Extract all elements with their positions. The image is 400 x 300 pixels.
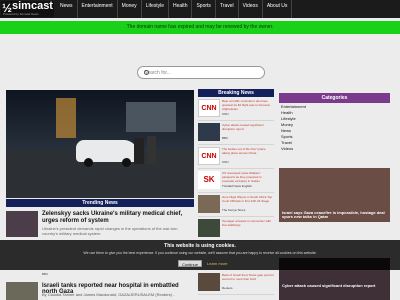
breaking-headline[interactable]: The bodies out of life Don't place takin… [222,147,274,155]
hero-wheel [122,158,131,167]
logo-tagline: Powered by Simcast News [3,12,39,16]
main-nav: News Entertainment Money Lifestyle Healt… [56,0,293,18]
nav-item-news[interactable]: News [56,0,78,18]
site-logo[interactable]: ½ simcast Powered by Simcast News [1,0,54,17]
nav-item-about[interactable]: About Us [263,0,293,18]
breaking-item[interactable]: CNN The bodies out of life Don't place t… [198,146,274,169]
breaking-headline[interactable]: Teenager arrested in connection with bus… [222,219,274,227]
breaking-heading: Breaking News [198,89,274,97]
breaking-thumbnail[interactable] [198,123,220,141]
breaking-item[interactable]: Back of Israeli fired 'News gate post fo… [198,272,274,295]
top-bar: ½ simcast Powered by Simcast News News E… [0,0,400,18]
nav-item-travel[interactable]: Travel [216,0,239,18]
breaking-source: CNN [222,160,229,164]
trending-byline: By Claudia Tanner and James Macdonald, G… [42,292,175,297]
breaking-thumbnail[interactable] [198,219,220,237]
breaking-headline[interactable]: Bear at traffic controller's doorman spa… [222,99,274,111]
source-label: BBC [42,272,49,276]
search-input[interactable]: Search for... [137,66,265,79]
side-story-caption[interactable]: Cyber attack caused significant disrupti… [282,284,387,288]
breaking-headline[interactable]: US revamped news-Walkers' passports as t… [222,171,274,183]
categories-list: Entertainment Health Lifestyle Money New… [279,104,390,152]
cnn-logo-thumbnail[interactable]: CNN [198,99,220,117]
breaking-source: Reuters [222,286,233,290]
breaking-source: CNN [222,112,229,116]
breaking-item[interactable]: Teenager arrested in connection with bus… [198,218,274,241]
categories-heading: Categories [279,93,390,103]
hero-building [56,98,76,138]
breaking-item[interactable]: CNN Bear at traffic controller's doorman… [198,98,274,121]
breaking-source: BBC [222,136,229,140]
continue-button[interactable]: Continue [178,260,202,267]
search-icon[interactable] [144,70,149,75]
nav-item-money[interactable]: Money [118,0,142,18]
nav-item-videos[interactable]: Videos [239,0,263,18]
hero-wheel [84,158,93,167]
breaking-item[interactable]: Cyber attack caused significant disrupti… [198,122,274,145]
hero-building [126,102,176,132]
cnn-logo-thumbnail[interactable]: CNN [198,147,220,165]
sky-news-logo-thumbnail[interactable]: SK [198,171,220,189]
trending-thumbnail[interactable] [6,282,38,300]
trending-title[interactable]: Zelenskyy sacks Ukraine's military medic… [42,211,194,225]
trending-summary: Ukraine's president demands rapid change… [42,226,178,236]
hero-image[interactable] [6,90,194,198]
side-story-caption[interactable]: Israel says Gaza ceasefire is impossible… [282,211,387,219]
breaking-headline[interactable]: Here Nigel Wayne in South Africa Top Cou… [222,195,274,203]
logo-wordmark: simcast [12,0,53,12]
hero-person [147,136,156,164]
breaking-item[interactable]: SK US revamped news-Walkers' passports a… [198,170,274,193]
category-link[interactable]: Videos [279,146,390,152]
breaking-headline[interactable]: Cyber attack caused significant disrupti… [222,123,274,131]
trending-item[interactable]: Zelenskyy sacks Ukraine's military medic… [6,209,194,239]
nav-item-health[interactable]: Health [169,0,193,18]
cookie-text: We use them to give you the best experie… [83,251,317,255]
breaking-thumbnail[interactable] [198,195,220,213]
learn-more-link[interactable]: Learn more [207,261,227,266]
breaking-source: Trinidad News English [222,184,252,188]
nav-item-entertainment[interactable]: Entertainment [78,0,118,18]
breaking-item[interactable]: Here Nigel Wayne in South Africa Top Cou… [198,194,274,217]
breaking-source: The Kenya Times [222,208,246,212]
nav-item-lifestyle[interactable]: Lifestyle [142,0,170,18]
cookie-heading: This website is using cookies. [164,243,236,249]
nav-item-sports[interactable]: Sports [192,0,216,18]
expired-domain-banner: The domain name has expired and may be r… [0,21,400,34]
trending-item[interactable]: Israeli tanks reported near hospital in … [6,280,194,300]
side-story-card[interactable]: Israel says Gaza ceasefire is impossible… [279,168,390,222]
hero-person [134,138,144,164]
trending-thumbnail[interactable] [6,211,38,237]
breaking-headline[interactable]: Back of Israeli fired 'News gate post fo… [222,273,274,281]
breaking-thumbnail[interactable] [198,273,220,291]
trending-heading: Trending News [6,199,194,207]
cookie-consent-bar: This website is using cookies. We use th… [0,240,400,270]
